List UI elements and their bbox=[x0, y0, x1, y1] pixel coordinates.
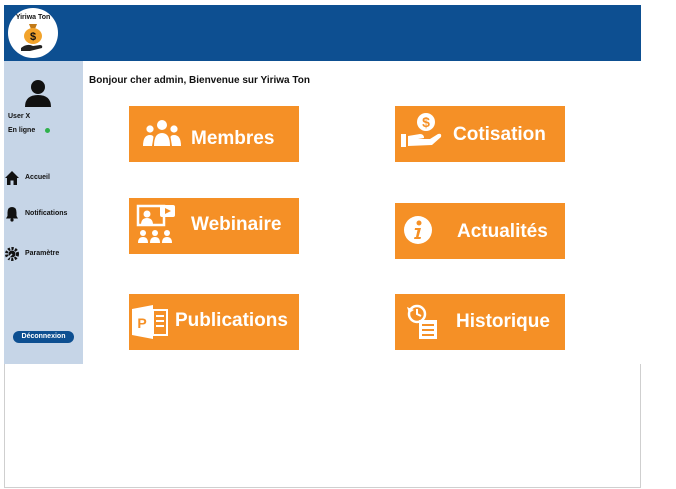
tile-membres[interactable]: Membres bbox=[129, 106, 299, 162]
sidebar-item-label: Notifications bbox=[25, 210, 68, 217]
user-name: User X bbox=[8, 113, 31, 120]
info-icon bbox=[404, 216, 432, 244]
user-avatar-icon bbox=[25, 80, 51, 107]
tile-webinaire[interactable]: Webinaire bbox=[129, 198, 299, 254]
svg-text:$: $ bbox=[30, 31, 36, 43]
contribution-icon: $ bbox=[401, 113, 442, 147]
tile-label: Historique bbox=[456, 311, 550, 332]
svg-text:P: P bbox=[137, 315, 146, 331]
tile-label: Cotisation bbox=[453, 124, 546, 145]
sidebar-item-label: Accueil bbox=[25, 174, 50, 181]
sidebar-item-notifications[interactable]: Notifications bbox=[4, 206, 83, 224]
bell-icon bbox=[6, 207, 18, 222]
logo-text: Yiriwa Ton bbox=[15, 14, 51, 21]
tile-label: Actualités bbox=[457, 221, 548, 242]
tile-label: Publications bbox=[175, 310, 288, 331]
logout-button[interactable]: Déconnexion bbox=[13, 331, 74, 343]
sidebar-item-accueil[interactable]: Accueil bbox=[4, 170, 83, 188]
online-status-dot bbox=[45, 128, 50, 133]
tile-label: Webinaire bbox=[191, 214, 282, 235]
app-logo[interactable]: Yiriwa Ton $ bbox=[8, 8, 58, 58]
members-icon bbox=[143, 120, 181, 146]
svg-text:$: $ bbox=[422, 114, 430, 130]
home-icon bbox=[5, 171, 19, 185]
sidebar: User X En ligne Accueil Notifications Pa… bbox=[4, 61, 83, 364]
tile-label: Membres bbox=[191, 128, 275, 149]
history-icon bbox=[407, 304, 437, 339]
tile-historique[interactable]: Historique bbox=[395, 294, 565, 350]
sidebar-item-label: Paramètre bbox=[25, 250, 60, 257]
welcome-message: Bonjour cher admin, Bienvenue sur Yiriwa… bbox=[89, 75, 310, 86]
main-content: Bonjour cher admin, Bienvenue sur Yiriwa… bbox=[83, 61, 641, 364]
settings-icon bbox=[5, 247, 19, 261]
sidebar-item-parametre[interactable]: Paramètre bbox=[4, 246, 83, 264]
tile-cotisation[interactable]: $ Cotisation bbox=[395, 106, 565, 162]
top-bar bbox=[4, 5, 641, 61]
webinar-icon bbox=[136, 204, 175, 243]
user-status: En ligne bbox=[8, 127, 36, 134]
money-bag-icon: $ bbox=[21, 24, 43, 51]
tile-publications[interactable]: P Publications bbox=[129, 294, 299, 350]
powerpoint-icon: P bbox=[132, 305, 168, 339]
tile-actualites[interactable]: Actualités bbox=[395, 203, 565, 259]
